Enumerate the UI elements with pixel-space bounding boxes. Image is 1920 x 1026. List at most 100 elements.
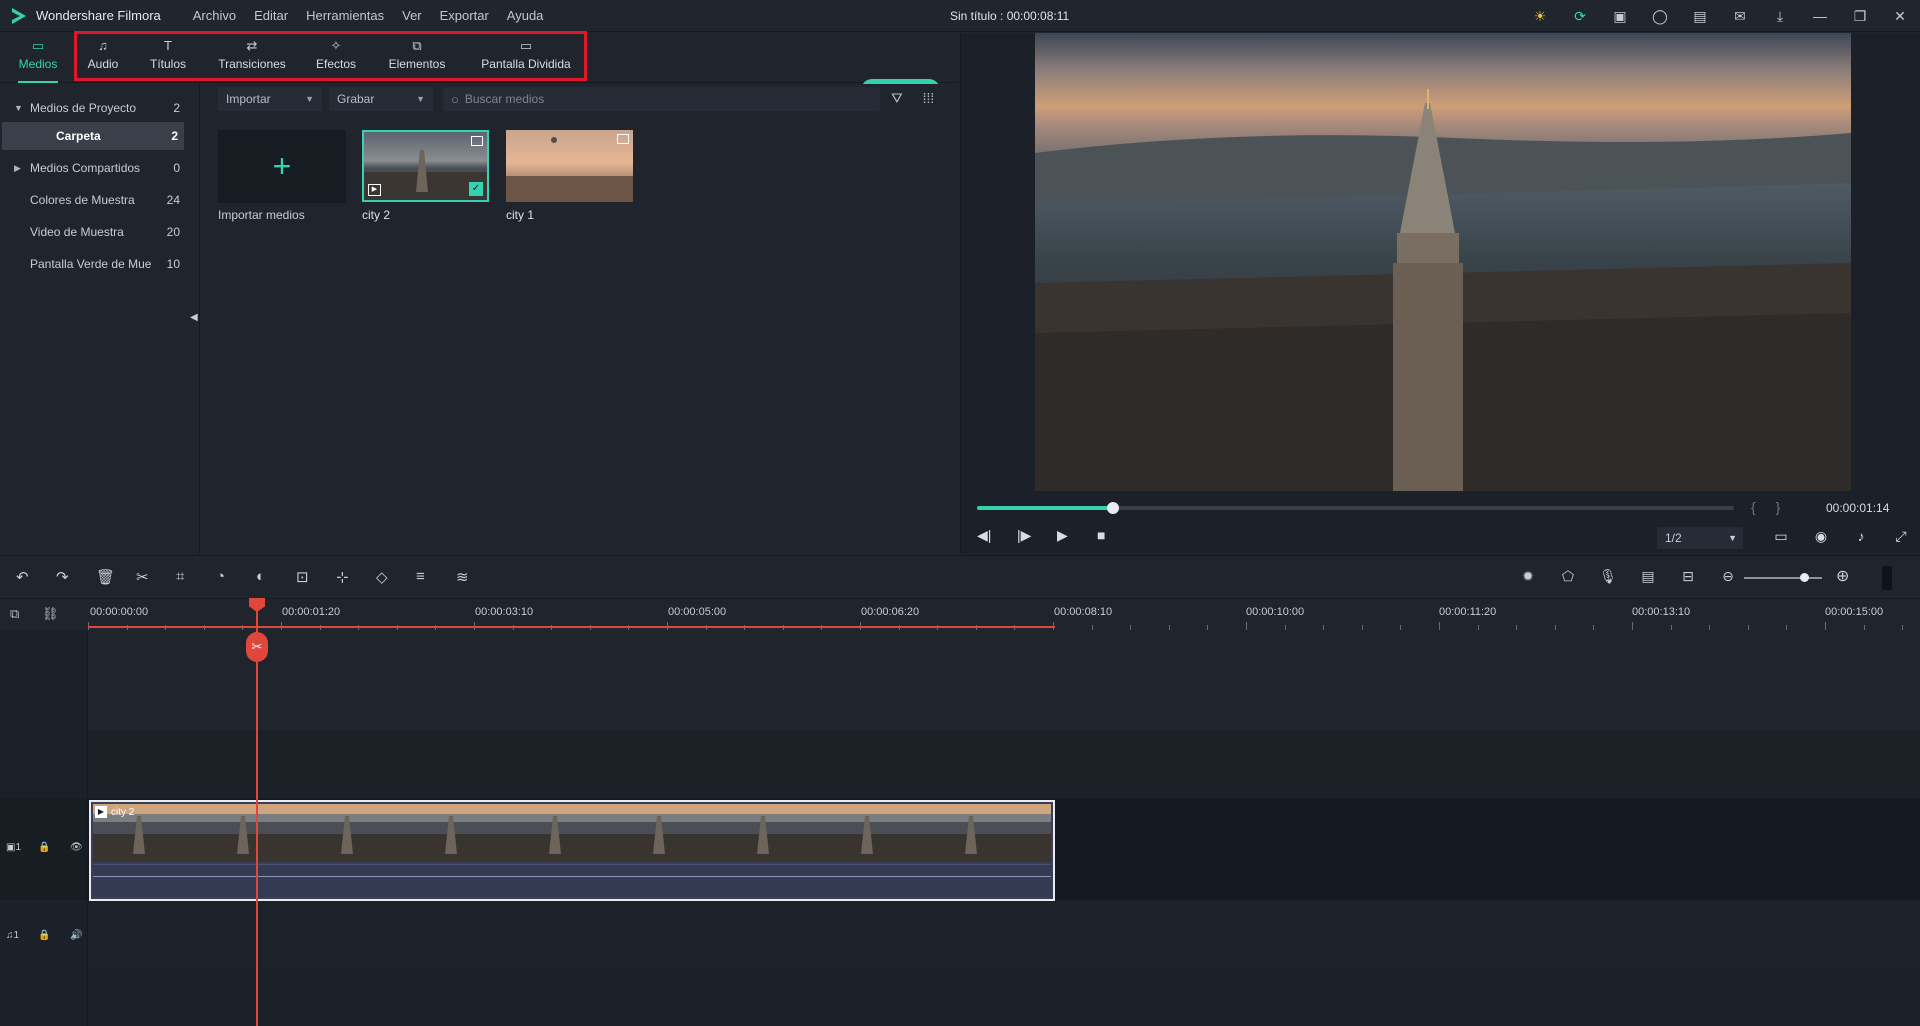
- preview-quality-dropdown[interactable]: 1/2 ▼: [1657, 527, 1743, 549]
- link-icon[interactable]: ⛓: [42, 606, 74, 622]
- tab-medios[interactable]: ▭ Medios: [12, 37, 64, 83]
- tree-item-medios-compartidos[interactable]: ▶ Medios Compartidos 0: [0, 154, 186, 182]
- import-dropdown[interactable]: Importar ▼: [218, 87, 322, 111]
- step-back-icon[interactable]: ◀|: [977, 527, 1017, 544]
- save-icon[interactable]: ▤: [1680, 0, 1720, 32]
- caret-right-icon[interactable]: ▶: [14, 163, 30, 174]
- import-media-tile[interactable]: +: [218, 130, 346, 203]
- ruler-left-tools: ⧉ ⛓: [10, 606, 74, 622]
- cut-icon[interactable]: ✂: [136, 568, 176, 586]
- zoom-slider-handle[interactable]: [1800, 573, 1809, 582]
- tree-item-video-muestra[interactable]: Video de Muestra 20: [0, 218, 186, 246]
- menu-exportar[interactable]: Exportar: [440, 8, 489, 23]
- audio-mixer-icon[interactable]: ▤: [1628, 568, 1668, 585]
- record-dropdown[interactable]: Grabar ▼: [329, 87, 433, 111]
- keyframe-icon[interactable]: ◇: [376, 568, 416, 586]
- clip-frame: [1029, 804, 1051, 862]
- preview-video[interactable]: [1035, 33, 1851, 491]
- tree-item-label: Video de Muestra: [30, 225, 124, 239]
- stop-icon[interactable]: ■: [1097, 527, 1137, 544]
- microphone-icon[interactable]: 🎙: [1588, 568, 1628, 585]
- clip-filmstrip: [93, 804, 1051, 862]
- fullscreen-icon[interactable]: ⤢: [1881, 528, 1920, 545]
- import-media-label: Importar medios: [218, 208, 305, 222]
- minimize-icon[interactable]: —: [1800, 0, 1840, 32]
- marker-icon[interactable]: ⬠: [1548, 568, 1588, 585]
- tree-item-carpeta[interactable]: Carpeta 2: [2, 122, 184, 150]
- collapse-panel-icon[interactable]: ◀: [190, 312, 198, 323]
- grid-view-icon[interactable]: ⁞⁞⁞: [923, 90, 935, 106]
- bottom-track-row[interactable]: [88, 968, 1920, 1026]
- tree-item-medios-proyecto[interactable]: ▼ Medios de Proyecto 2: [0, 94, 186, 122]
- ruler-label: 00:00:05:00: [668, 606, 727, 618]
- step-forward-icon[interactable]: |▶: [1017, 527, 1057, 544]
- video-track-icon: ▣1: [6, 842, 22, 853]
- search-input[interactable]: ○ Buscar medios: [443, 87, 880, 111]
- menu-herramientas[interactable]: Herramientas: [306, 8, 384, 23]
- empty-track-row[interactable]: [88, 630, 1920, 730]
- sync-icon[interactable]: ⟳: [1560, 0, 1600, 32]
- add-track-icon[interactable]: ⧉: [10, 606, 42, 622]
- menu-editar[interactable]: Editar: [254, 8, 288, 23]
- preview-scrubber[interactable]: [977, 502, 1734, 514]
- playhead-line[interactable]: [256, 598, 258, 1026]
- document-title: Sin título : 00:00:08:11: [950, 9, 1070, 23]
- undo-icon[interactable]: ↶: [16, 568, 56, 586]
- audio-wave-icon[interactable]: ≋: [456, 568, 496, 586]
- video-clip-city-2[interactable]: ▶ city 2: [89, 800, 1055, 901]
- volume-icon[interactable]: ♪: [1841, 528, 1881, 545]
- clip-volume-line[interactable]: [93, 876, 1051, 877]
- zoom-out-icon[interactable]: ⊖: [1708, 568, 1748, 585]
- zoom-fit-handle[interactable]: [1882, 566, 1892, 590]
- user-icon[interactable]: ◯: [1640, 0, 1680, 32]
- render-icon[interactable]: ✹: [1508, 568, 1548, 585]
- scrubber-handle[interactable]: [1107, 502, 1120, 514]
- audio-track-icon: ♫1: [6, 930, 20, 941]
- close-icon[interactable]: ✕: [1880, 0, 1920, 32]
- restore-icon[interactable]: ❐: [1840, 0, 1880, 32]
- crop-icon[interactable]: ⌗: [176, 568, 216, 586]
- fit-icon[interactable]: ⊹: [336, 568, 376, 586]
- audio-track-row[interactable]: [88, 902, 1920, 968]
- media-area: Importar ▼ Grabar ▼ ○ Buscar medios ⛛ ⁞⁞…: [201, 84, 958, 554]
- adjust-icon[interactable]: ≡: [416, 568, 456, 586]
- bulb-icon[interactable]: ☀: [1520, 0, 1560, 32]
- record-dropdown-label: Grabar: [337, 92, 375, 106]
- delete-icon[interactable]: 🗑: [96, 568, 136, 586]
- tree-item-pantalla-verde[interactable]: Pantalla Verde de Mue 10: [0, 250, 186, 278]
- zoom-in-icon[interactable]: ⊕: [1836, 566, 1849, 586]
- media-type-icon: [471, 136, 483, 146]
- menu-ayuda[interactable]: Ayuda: [507, 8, 544, 23]
- empty-track-row[interactable]: [88, 730, 1920, 798]
- ruler-label: 00:00:08:10: [1054, 606, 1113, 618]
- mark-in-out-icons[interactable]: {}: [1751, 499, 1800, 515]
- redo-icon[interactable]: ↷: [56, 568, 96, 586]
- menu-archivo[interactable]: Archivo: [193, 8, 236, 23]
- download-icon[interactable]: ⤓: [1760, 0, 1800, 32]
- play-icon[interactable]: ▶: [1057, 527, 1097, 544]
- chevron-down-icon: ▼: [305, 94, 314, 104]
- menu-ver[interactable]: Ver: [402, 8, 422, 23]
- chevron-down-icon: ▼: [416, 94, 425, 104]
- media-thumb-city-2[interactable]: ▶ ✓: [362, 130, 489, 202]
- filter-icon[interactable]: ⛛: [891, 90, 903, 106]
- speed-icon[interactable]: ◔: [216, 568, 256, 586]
- gift-icon[interactable]: ▣: [1600, 0, 1640, 32]
- subtitle-icon[interactable]: ⊟: [1668, 568, 1708, 585]
- tree-item-colores-muestra[interactable]: Colores de Muestra 24: [0, 186, 186, 214]
- lock-icon[interactable]: 🔒: [38, 930, 70, 941]
- green-screen-icon[interactable]: ⊡: [296, 568, 336, 586]
- caret-down-icon[interactable]: ▼: [14, 103, 30, 113]
- camera-icon[interactable]: ◉: [1801, 528, 1841, 545]
- zoom-slider[interactable]: [1744, 573, 1822, 582]
- lock-icon[interactable]: 🔒: [38, 842, 70, 853]
- mail-icon[interactable]: ✉: [1720, 0, 1760, 32]
- scrubber-progress: [977, 506, 1114, 510]
- color-icon[interactable]: ◐: [256, 568, 296, 586]
- tabs-highlight-box: [74, 31, 587, 81]
- monitor-icon[interactable]: ▭: [1761, 528, 1801, 545]
- media-name-city-1: city 1: [506, 208, 535, 222]
- media-thumb-city-1[interactable]: [506, 130, 633, 202]
- scissors-icon[interactable]: ✂: [246, 632, 268, 662]
- app-name: Wondershare Filmora: [36, 8, 161, 23]
